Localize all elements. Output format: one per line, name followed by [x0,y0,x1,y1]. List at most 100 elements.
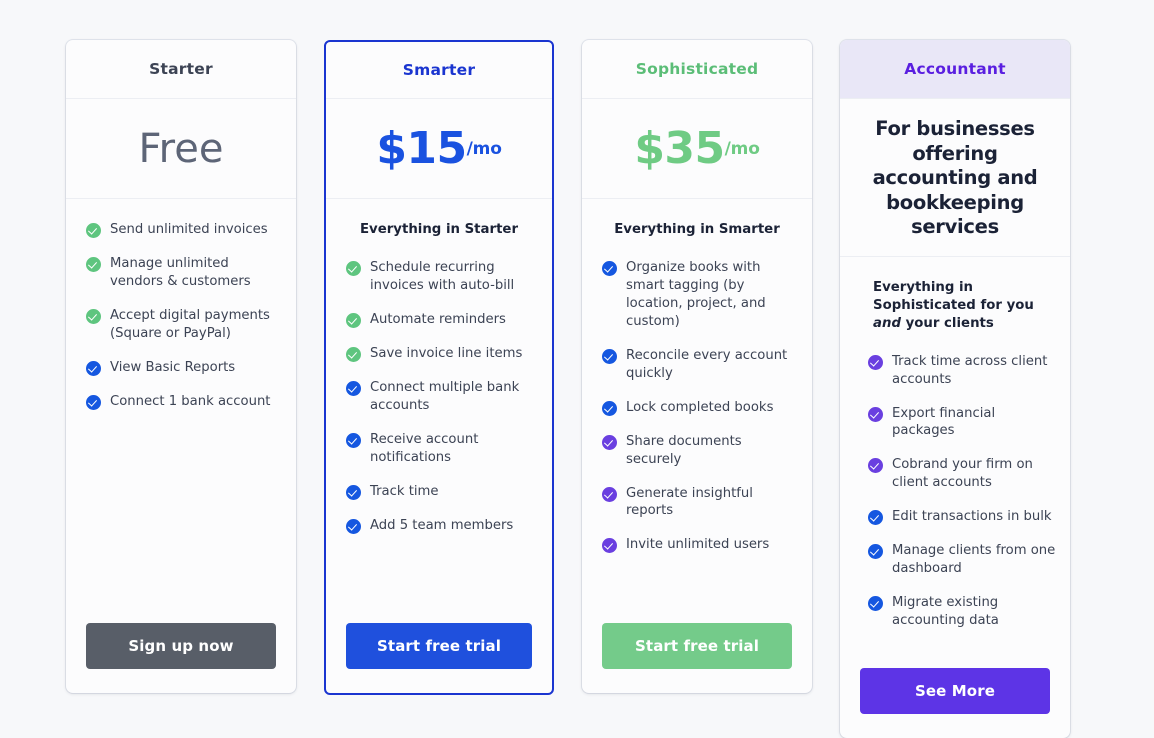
check-circle-icon [346,484,361,500]
card-header: Sophisticated [582,40,812,99]
cta-container: Sign up now [66,611,296,693]
feature-item: Schedule recurring invoices with auto-bi… [346,259,532,295]
feature-item: Track time [346,483,532,501]
feature-item: Manage clients from one dashboard [868,542,1056,578]
feature-item: Export financial packages [868,405,1056,441]
check-circle-icon [602,348,617,364]
feature-item: Migrate existing accounting data [868,594,1056,630]
pricing-grid: Starter Free Send unlimited invoices Manage… [0,0,1154,738]
feature-label: Share documents securely [626,433,742,467]
feature-label: Lock completed books [626,399,774,415]
check-circle-icon [868,406,883,422]
cta-button-smarter[interactable]: Start free trial [346,623,532,669]
feature-label: Connect 1 bank account [110,393,271,409]
feature-list: Send unlimited invoices Manage unlimited … [86,221,276,411]
cta-button-sophisticated[interactable]: Start free trial [602,623,792,669]
feature-label: Edit transactions in bulk [892,509,1052,525]
feature-item: View Basic Reports [86,359,276,377]
feature-label: Save invoice line items [370,345,523,361]
price-amount: $35 [634,122,725,174]
features-section: Everything in Starter Schedule recurring … [326,199,552,611]
check-circle-icon [346,518,361,534]
card-header: Starter [66,40,296,99]
feature-list: Organize books with smart tagging (by lo… [602,259,792,554]
feature-item: Receive account notifications [346,431,532,467]
feature-label: Automate reminders [370,311,506,327]
price-block: Free [66,99,296,199]
feature-label: Connect multiple bank accounts [370,379,520,413]
price-amount: $15 [376,122,467,174]
cta-button-accountant[interactable]: See More [860,668,1050,715]
feature-item: Cobrand your firm on client accounts [868,456,1056,492]
feature-item: Automate reminders [346,311,532,329]
feature-item: Connect multiple bank accounts [346,379,532,415]
feature-item: Generate insightful reports [602,485,792,521]
check-circle-icon [346,346,361,362]
feature-item: Invite unlimited users [602,536,792,554]
feature-item: Track time across client accounts [868,353,1056,389]
feature-item: Manage unlimited vendors & customers [86,255,276,291]
feature-item: Reconcile every account quickly [602,347,792,383]
everything-in-label: Everything in Starter [359,222,519,237]
features-section: Send unlimited invoices Manage unlimited … [66,199,296,611]
plan-name: Sophisticated [635,60,759,78]
everything-emphasis: and [873,315,901,331]
feature-item: Connect 1 bank account [86,393,276,411]
everything-in-label: Everything in Smarter [614,222,780,237]
plan-name: Starter [149,60,213,78]
plan-description: For businesses offering accounting and b… [872,117,1038,239]
check-circle-icon [868,596,883,612]
pricing-card-smarter: Smarter $15/mo Everything in Starter Schedu… [324,40,554,695]
features-section: Everything in Sophisticated for you and … [840,257,1070,656]
cta-container: Start free trial [326,611,552,693]
feature-label: Invite unlimited users [626,537,770,553]
check-circle-icon [602,486,617,502]
check-circle-icon [602,400,617,416]
feature-label: Cobrand your firm on client accounts [892,457,1033,491]
feature-label: Export financial packages [892,405,996,439]
check-circle-icon [346,260,361,276]
cta-button-starter[interactable]: Sign up now [86,623,276,669]
feature-item: Send unlimited invoices [86,221,276,239]
price-block: $15/mo [326,99,552,199]
pricing-card-sophisticated: Sophisticated $35/mo Everything in Smarter… [582,40,812,693]
check-circle-icon [868,354,883,370]
check-circle-icon [602,538,617,554]
feature-label: Manage unlimited vendors & customers [110,255,251,289]
check-circle-icon [346,380,361,396]
check-circle-icon [868,510,883,526]
card-header: Accountant [840,40,1070,99]
card-header: Smarter [326,42,552,99]
feature-label: Add 5 team members [370,517,514,533]
price-period: /mo [724,138,760,159]
everything-prefix: Everything in Sophisticated for you [873,279,1034,313]
feature-label: Generate insightful reports [626,485,753,519]
plan-name: Smarter [402,61,476,79]
check-circle-icon [86,223,101,238]
plan-name: Accountant [904,60,1006,78]
check-circle-icon [868,458,883,474]
plan-description-block: For businesses offering accounting and b… [840,99,1070,257]
check-circle-icon [602,260,617,276]
feature-label: Receive account notifications [370,431,479,465]
feature-item: Organize books with smart tagging (by lo… [602,259,792,331]
price-period: /mo [466,138,502,159]
check-circle-icon [86,360,101,376]
pricing-card-starter: Starter Free Send unlimited invoices Manage… [66,40,296,693]
pricing-card-accountant: Accountant For businesses offering accoun… [840,40,1070,738]
price-block: $35/mo [582,99,812,199]
feature-item: Add 5 team members [346,517,532,535]
feature-list: Schedule recurring invoices with auto-bi… [346,259,532,535]
check-circle-icon [868,544,883,560]
everything-suffix: your clients [900,315,994,331]
feature-label: Track time across client accounts [892,353,1048,387]
everything-in-label: Everything in Sophisticated for you and … [868,279,1056,333]
feature-label: Accept digital payments (Square or PayPa… [110,307,270,341]
cta-container: See More [840,656,1070,738]
feature-item: Lock completed books [602,399,792,417]
cta-container: Start free trial [582,611,812,693]
check-circle-icon [86,394,101,410]
check-circle-icon [602,434,617,450]
check-circle-icon [346,432,361,448]
feature-label: Manage clients from one dashboard [892,543,1056,577]
